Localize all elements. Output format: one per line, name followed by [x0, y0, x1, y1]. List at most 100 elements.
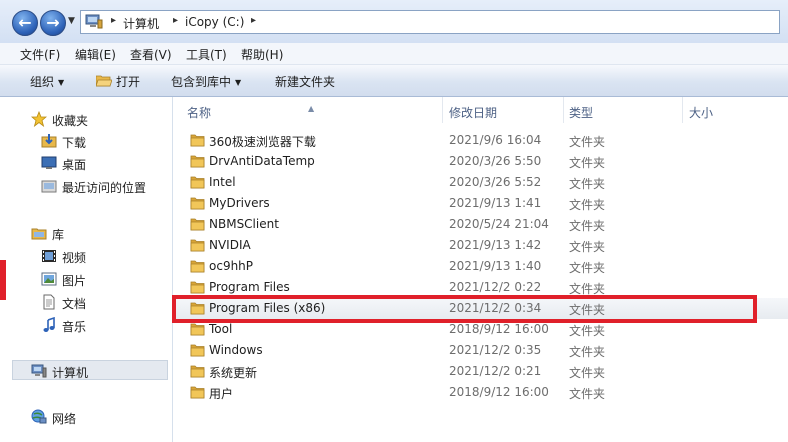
nav-network[interactable]: 网络: [0, 407, 172, 427]
column-header-date[interactable]: 修改日期: [443, 97, 563, 123]
video-library-icon: [42, 250, 56, 262]
file-type: 文件夹: [569, 135, 606, 149]
column-header-size[interactable]: 大小: [683, 97, 788, 123]
menu-tools[interactable]: 工具(T): [186, 46, 227, 63]
file-modified-date: 2018/9/12 16:00: [449, 322, 549, 336]
column-header-name[interactable]: 名称 ▲: [174, 97, 442, 123]
menu-edit[interactable]: 编辑(E): [75, 46, 116, 63]
file-modified-date: 2021/9/6 16:04: [449, 133, 542, 147]
column-header-type-label: 类型: [569, 106, 594, 120]
file-name: Windows: [209, 343, 263, 357]
nav-recent-places[interactable]: 最近访问的位置: [0, 176, 172, 196]
menu-view[interactable]: 查看(V): [130, 46, 172, 63]
nav-music-label: 音乐: [62, 320, 87, 334]
nav-music[interactable]: 音乐: [0, 315, 172, 335]
column-header-type[interactable]: 类型: [564, 97, 682, 123]
file-name: DrvAntiDataTemp: [209, 154, 315, 168]
recent-pages-dropdown-icon[interactable]: ▼: [68, 16, 75, 26]
file-name: Intel: [209, 175, 236, 189]
nav-recent-places-label: 最近访问的位置: [62, 181, 147, 195]
menu-help[interactable]: 帮助(H): [241, 46, 283, 63]
organize-label: 组织: [30, 75, 55, 89]
address-field[interactable]: ▸ 计算机 ▸ iCopy (C:) ▸: [80, 10, 780, 34]
music-note-icon: [43, 317, 55, 332]
dropdown-arrow-icon: ▼: [58, 78, 65, 87]
folder-icon: [190, 386, 205, 399]
file-name: Tool: [209, 322, 233, 336]
table-row[interactable]: DrvAntiDataTemp 2020/3/26 5:50 文件夹: [174, 151, 788, 172]
nav-videos[interactable]: 视频: [0, 246, 172, 266]
back-button[interactable]: ←: [12, 10, 38, 36]
table-row[interactable]: 用户 2018/9/12 16:00 文件夹: [174, 382, 788, 403]
file-modified-date: 2021/12/2 0:22: [449, 280, 542, 294]
file-type: 文件夹: [569, 366, 606, 380]
table-row[interactable]: Program Files 2021/12/2 0:22 文件夹: [174, 277, 788, 298]
file-name: NVIDIA: [209, 238, 251, 252]
table-row[interactable]: Tool 2018/9/12 16:00 文件夹: [174, 319, 788, 340]
table-row[interactable]: NBMSClient 2020/5/24 21:04 文件夹: [174, 214, 788, 235]
table-row[interactable]: Intel 2020/3/26 5:52 文件夹: [174, 172, 788, 193]
column-header-name-label: 名称: [187, 106, 212, 120]
table-row[interactable]: 360极速浏览器下载 2021/9/6 16:04 文件夹: [174, 130, 788, 151]
nav-libraries-label: 库: [52, 228, 65, 242]
open-button[interactable]: 打开: [116, 73, 140, 90]
command-toolbar: 组织 ▼ 打开 包含到库中 ▼ 新建文件夹: [0, 65, 788, 97]
nav-documents[interactable]: 文档: [0, 292, 172, 312]
navigation-pane: 收藏夹 下载 桌面 最近访问的位置 库 视频 图片 文档 音乐 计算机 网络: [0, 97, 173, 442]
file-name: Program Files: [209, 280, 290, 294]
new-folder-button[interactable]: 新建文件夹: [275, 73, 335, 90]
nav-computer[interactable]: 计算机: [12, 360, 168, 380]
folder-icon: [190, 344, 205, 357]
folder-icon: [190, 260, 205, 273]
file-type: 文件夹: [569, 240, 606, 254]
nav-desktop-label: 桌面: [62, 158, 87, 172]
file-type: 文件夹: [569, 324, 606, 338]
file-type: 文件夹: [569, 387, 606, 401]
computer-icon: [85, 14, 103, 29]
file-modified-date: 2021/12/2 0:35: [449, 343, 542, 357]
include-in-library-button[interactable]: 包含到库中 ▼: [171, 73, 241, 90]
menu-file[interactable]: 文件(F): [20, 46, 60, 63]
network-icon: [31, 409, 47, 424]
desktop-icon: [41, 156, 57, 169]
file-modified-date: 2020/3/26 5:50: [449, 154, 542, 168]
nav-downloads-label: 下载: [62, 136, 87, 150]
nav-network-label: 网络: [52, 412, 77, 426]
nav-desktop[interactable]: 桌面: [0, 153, 172, 173]
breadcrumb-separator-icon[interactable]: ▸: [173, 15, 178, 26]
table-row[interactable]: MyDrivers 2021/9/13 1:41 文件夹: [174, 193, 788, 214]
nav-pictures-label: 图片: [62, 274, 87, 288]
table-row[interactable]: Windows 2021/12/2 0:35 文件夹: [174, 340, 788, 361]
nav-pictures[interactable]: 图片: [0, 269, 172, 289]
table-row[interactable]: NVIDIA 2021/9/13 1:42 文件夹: [174, 235, 788, 256]
table-row[interactable]: 系统更新 2021/12/2 0:21 文件夹: [174, 361, 788, 382]
table-row[interactable]: oc9hhP 2021/9/13 1:40 文件夹: [174, 256, 788, 277]
breadcrumb-computer[interactable]: 计算机: [123, 15, 159, 32]
nav-favorites[interactable]: 收藏夹: [0, 109, 172, 129]
recent-places-icon: [41, 180, 57, 193]
file-list: 名称 ▲ 修改日期 类型 大小 360极速浏览器下载 2021/9/6 16:04…: [174, 97, 788, 442]
file-type: 文件夹: [569, 345, 606, 359]
pictures-library-icon: [41, 272, 57, 286]
nav-documents-label: 文档: [62, 297, 87, 311]
breadcrumb-drive[interactable]: iCopy (C:): [185, 15, 244, 29]
table-row[interactable]: Program Files (x86) 2021/12/2 0:34 文件夹: [174, 298, 788, 319]
file-type: 文件夹: [569, 198, 606, 212]
breadcrumb-separator-icon[interactable]: ▸: [251, 15, 256, 26]
nav-libraries[interactable]: 库: [0, 223, 172, 243]
computer-icon: [31, 364, 47, 378]
folder-icon: [190, 281, 205, 294]
nav-favorites-label: 收藏夹: [52, 114, 89, 128]
file-type: 文件夹: [569, 156, 606, 170]
folder-icon: [190, 239, 205, 252]
nav-downloads[interactable]: 下载: [0, 131, 172, 151]
breadcrumb-separator-icon[interactable]: ▸: [111, 15, 116, 26]
column-header-size-label: 大小: [689, 106, 714, 120]
file-name: 360极速浏览器下载: [209, 135, 316, 149]
folder-icon: [190, 134, 205, 147]
downloads-folder-icon: [41, 134, 57, 148]
file-name: NBMSClient: [209, 217, 279, 231]
forward-button[interactable]: →: [40, 10, 66, 36]
organize-button[interactable]: 组织 ▼: [30, 73, 64, 90]
nav-computer-label: 计算机: [52, 366, 89, 380]
